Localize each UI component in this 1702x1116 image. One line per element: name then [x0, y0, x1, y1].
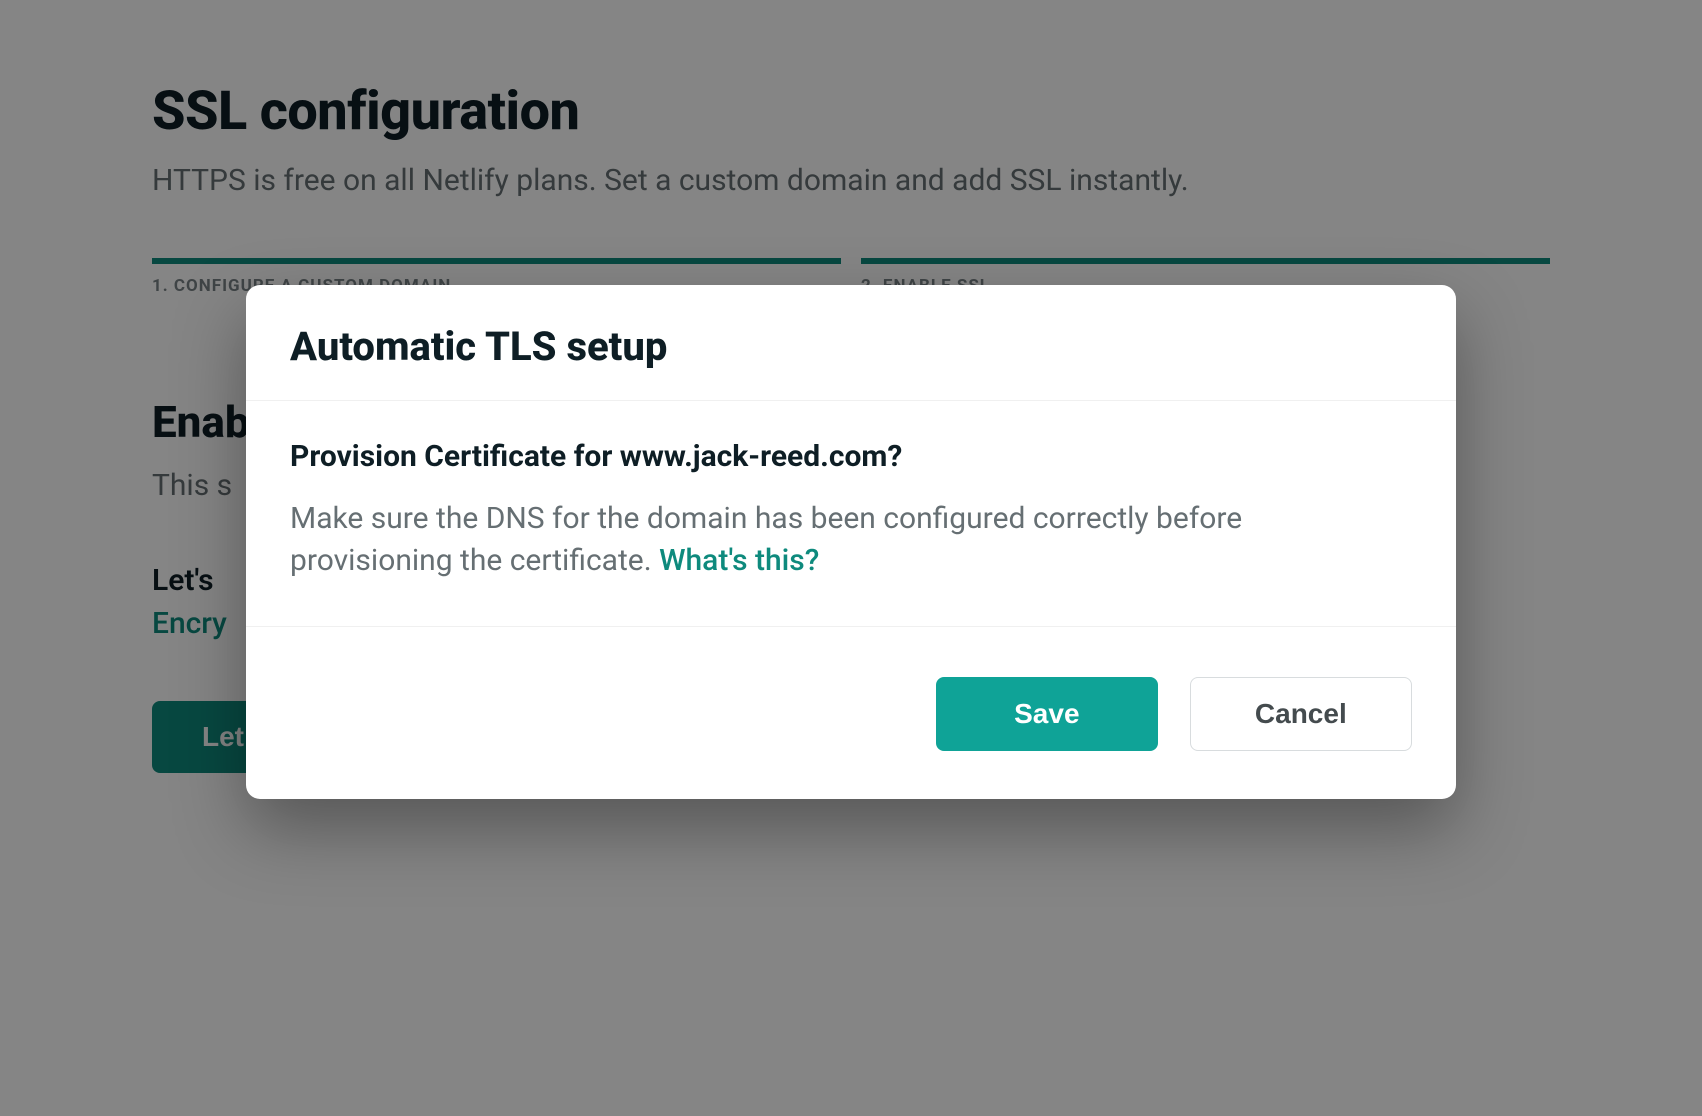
cancel-button[interactable]: Cancel	[1190, 677, 1412, 751]
modal-body: Provision Certificate for www.jack-reed.…	[246, 401, 1456, 627]
modal-title: Automatic TLS setup	[290, 323, 1412, 370]
modal-footer: Save Cancel	[246, 627, 1456, 799]
modal-overlay[interactable]: Automatic TLS setup Provision Certificat…	[0, 0, 1702, 1116]
modal-description: Make sure the DNS for the domain has bee…	[290, 498, 1412, 582]
modal-header: Automatic TLS setup	[246, 285, 1456, 401]
tls-setup-modal: Automatic TLS setup Provision Certificat…	[246, 285, 1456, 799]
whats-this-link[interactable]: What's this?	[659, 543, 819, 578]
save-button[interactable]: Save	[936, 677, 1158, 751]
modal-question: Provision Certificate for www.jack-reed.…	[290, 439, 1412, 474]
